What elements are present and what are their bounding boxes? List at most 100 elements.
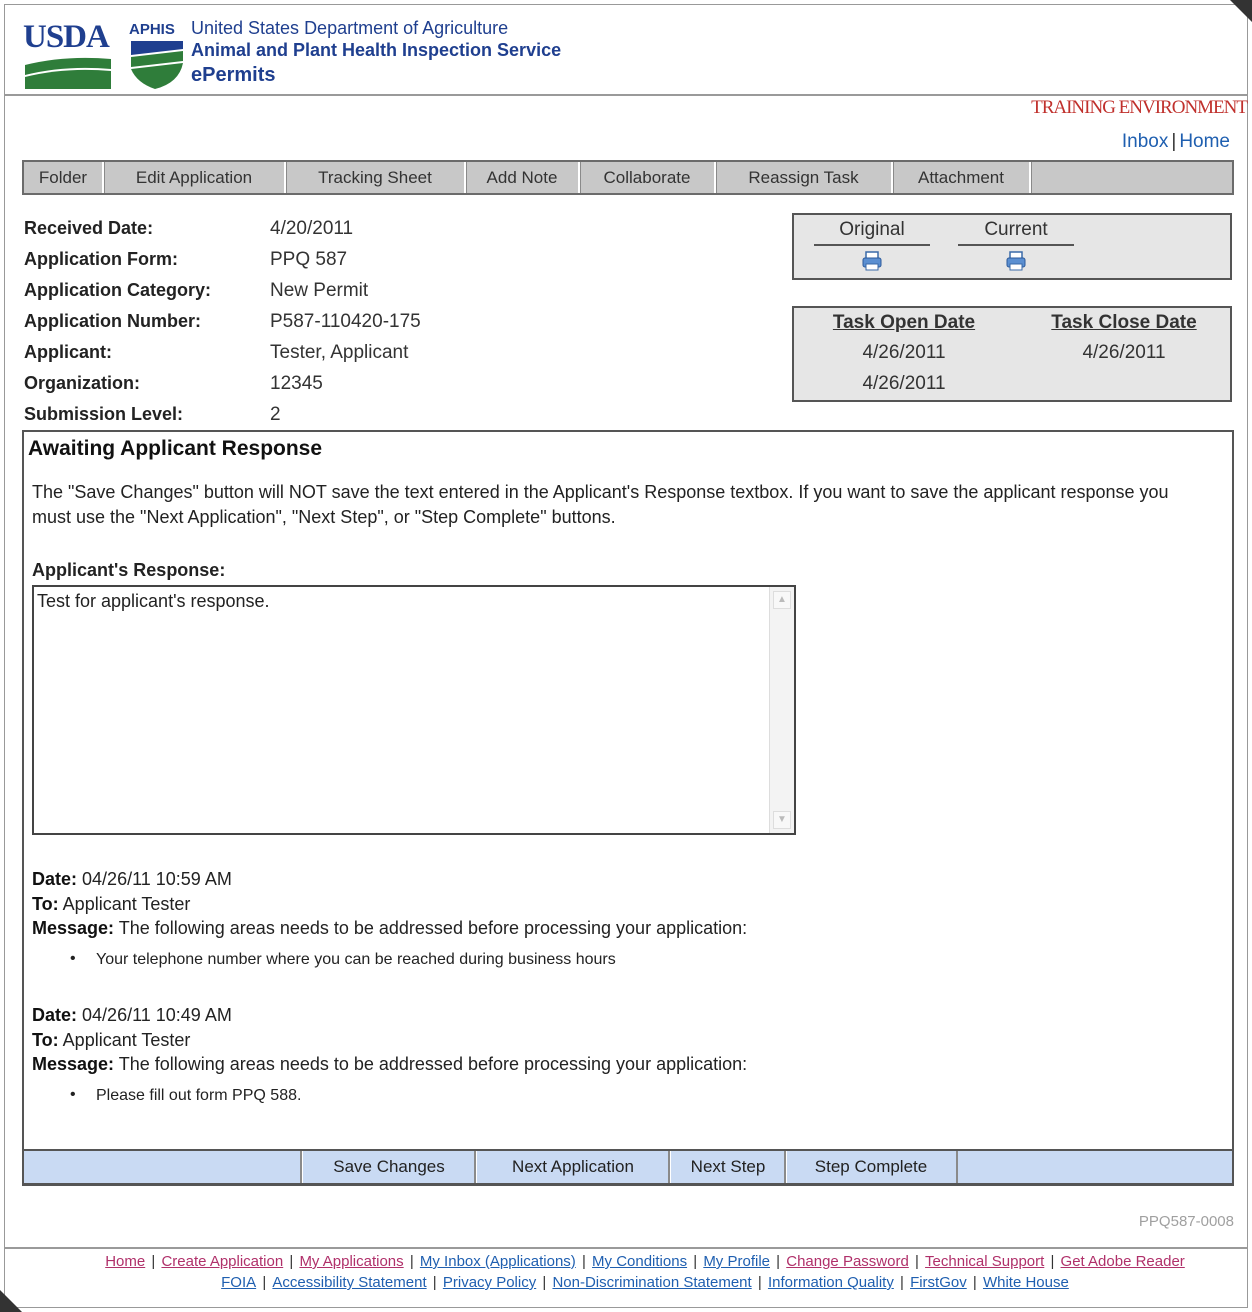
aphis-logo: APHIS xyxy=(129,19,187,89)
version-print-box: Original Current xyxy=(792,213,1232,280)
usda-logo-text: USDA xyxy=(23,19,110,55)
task-open-date: 4/26/2011 xyxy=(862,342,946,363)
inbox-link[interactable]: Inbox xyxy=(1122,131,1168,152)
usda-logo-fields xyxy=(25,57,111,89)
footer-my-profile-link[interactable]: My Profile xyxy=(703,1253,770,1270)
printer-icon[interactable] xyxy=(861,250,883,272)
home-link[interactable]: Home xyxy=(1179,131,1230,152)
scroll-up-icon[interactable]: ▲ xyxy=(773,591,791,609)
message-entry: Date: 04/26/11 10:59 AM To: Applicant Te… xyxy=(32,869,747,969)
footer-change-password-link[interactable]: Change Password xyxy=(786,1253,909,1270)
scroll-down-icon[interactable]: ▼ xyxy=(773,811,791,829)
date-label: Date: xyxy=(32,869,78,889)
tab-edit-application[interactable]: Edit Application xyxy=(104,162,286,193)
application-number-value: P587-110420-175 xyxy=(270,311,421,332)
to-label: To: xyxy=(32,1029,59,1050)
site-footer: Home | Create Application | My Applicati… xyxy=(105,1253,1185,1291)
submission-level-label: Submission Level: xyxy=(24,404,184,424)
current-column: Current xyxy=(958,215,1074,272)
task-open-header: Task Open Date xyxy=(832,312,976,333)
message-item-text: Your telephone number where you can be r… xyxy=(96,950,616,968)
applicant-response-panel: Awaiting Applicant Response The "Save Ch… xyxy=(22,430,1234,1186)
tab-add-note[interactable]: Add Note xyxy=(466,162,580,193)
task-open-date: 4/26/2011 xyxy=(862,373,946,394)
message-date: 04/26/11 10:49 AM xyxy=(82,1005,232,1025)
footer-my-conditions-link[interactable]: My Conditions xyxy=(592,1253,687,1270)
task-open-column: Task Open Date 4/26/2011 4/26/2011 xyxy=(814,312,994,404)
top-links: Inbox | Home xyxy=(1122,131,1230,153)
message-recipient: Applicant Tester xyxy=(62,1029,191,1050)
application-category-value: New Permit xyxy=(270,280,369,301)
separator: | xyxy=(1171,131,1177,152)
printer-icon[interactable] xyxy=(1005,250,1027,272)
usda-logo: USDA xyxy=(23,19,115,89)
task-dates-box: Task Open Date 4/26/2011 4/26/2011 Task … xyxy=(792,306,1232,402)
tab-collaborate[interactable]: Collaborate xyxy=(580,162,716,193)
department-name: United States Department of Agriculture xyxy=(191,18,509,38)
message-entry: Date: 04/26/11 10:49 AM To: Applicant Te… xyxy=(32,1005,747,1105)
footer-create-application-link[interactable]: Create Application xyxy=(161,1253,283,1270)
footer-information-quality-link[interactable]: Information Quality xyxy=(768,1274,894,1291)
app-name: ePermits xyxy=(191,64,276,86)
step-complete-button[interactable]: Step Complete xyxy=(784,1151,958,1183)
next-application-button[interactable]: Next Application xyxy=(474,1151,670,1183)
aphis-logo-text: APHIS xyxy=(129,21,175,38)
received-date-label: Received Date: xyxy=(24,218,154,238)
footer-firstgov-link[interactable]: FirstGov xyxy=(910,1274,967,1291)
textarea-scrollbar[interactable]: ▲ ▼ xyxy=(769,587,794,833)
corner-decoration xyxy=(0,1290,22,1312)
response-text[interactable]: Test for applicant's response. xyxy=(37,591,270,612)
environment-label: TRAINING ENVIRONMENT xyxy=(1031,97,1248,118)
footer-home-link[interactable]: Home xyxy=(105,1253,145,1270)
next-step-button[interactable]: Next Step xyxy=(668,1151,786,1183)
applicant-label: Applicant: xyxy=(24,342,112,362)
tab-attachment[interactable]: Attachment xyxy=(893,162,1031,193)
application-form-label: Application Form: xyxy=(24,249,178,269)
message-label: Message: xyxy=(32,1054,115,1074)
aphis-shield-icon xyxy=(131,41,183,89)
applicant-value: Tester, Applicant xyxy=(270,342,409,363)
tab-folder[interactable]: Folder xyxy=(24,162,104,193)
organization-value: 12345 xyxy=(270,373,323,394)
application-number-label: Application Number: xyxy=(24,311,202,331)
footer-divider xyxy=(5,1247,1247,1249)
footer-technical-support-link[interactable]: Technical Support xyxy=(925,1253,1044,1270)
organization-label: Organization: xyxy=(24,373,140,393)
task-close-column: Task Close Date 4/26/2011 xyxy=(1034,312,1214,373)
footer-non-discrimination-link[interactable]: Non-Discrimination Statement xyxy=(552,1274,751,1291)
tab-tracking-sheet[interactable]: Tracking Sheet xyxy=(286,162,466,193)
footer-accessibility-link[interactable]: Accessibility Statement xyxy=(272,1274,426,1291)
message-text: The following areas needs to be addresse… xyxy=(118,918,748,938)
message-recipient: Applicant Tester xyxy=(62,893,191,914)
original-label: Original xyxy=(814,215,930,246)
date-label: Date: xyxy=(32,1005,78,1025)
to-label: To: xyxy=(32,893,59,914)
message-date: 04/26/11 10:59 AM xyxy=(82,869,232,889)
agency-name: Animal and Plant Health Inspection Servi… xyxy=(191,40,562,60)
current-label: Current xyxy=(958,215,1074,246)
message-item-text: Please fill out form PPQ 588. xyxy=(96,1086,302,1104)
action-button-bar: Save Changes Next Application Next Step … xyxy=(22,1149,1234,1185)
footer-my-applications-link[interactable]: My Applications xyxy=(299,1253,403,1270)
message-item: Your telephone number where you can be r… xyxy=(32,950,747,969)
footer-get-adobe-reader-link[interactable]: Get Adobe Reader xyxy=(1061,1253,1185,1270)
application-form-value: PPQ 587 xyxy=(270,249,348,270)
response-label: Applicant's Response: xyxy=(32,560,226,580)
document-id: PPQ587-0008 xyxy=(1138,1213,1234,1230)
save-changes-button[interactable]: Save Changes xyxy=(300,1151,476,1183)
message-text: The following areas needs to be addresse… xyxy=(118,1054,748,1074)
tab-reassign-task[interactable]: Reassign Task xyxy=(716,162,893,193)
message-item: Please fill out form PPQ 588. xyxy=(32,1086,747,1105)
footer-privacy-link[interactable]: Privacy Policy xyxy=(443,1274,536,1291)
footer-white-house-link[interactable]: White House xyxy=(983,1274,1069,1291)
site-header: USDA APHIS United States Department of A… xyxy=(5,5,1247,96)
task-close-date: 4/26/2011 xyxy=(1082,342,1166,363)
action-tab-bar: Folder Edit Application Tracking Sheet A… xyxy=(22,160,1234,195)
message-label: Message: xyxy=(32,918,115,938)
received-date-value: 4/20/2011 xyxy=(270,218,354,239)
response-textarea[interactable]: Test for applicant's response. ▲ ▼ xyxy=(32,585,796,835)
footer-my-inbox-link[interactable]: My Inbox (Applications) xyxy=(420,1253,576,1270)
save-warning-note: The "Save Changes" button will NOT save … xyxy=(32,482,1169,527)
footer-foia-link[interactable]: FOIA xyxy=(221,1274,256,1291)
task-close-header: Task Close Date xyxy=(1051,312,1197,333)
